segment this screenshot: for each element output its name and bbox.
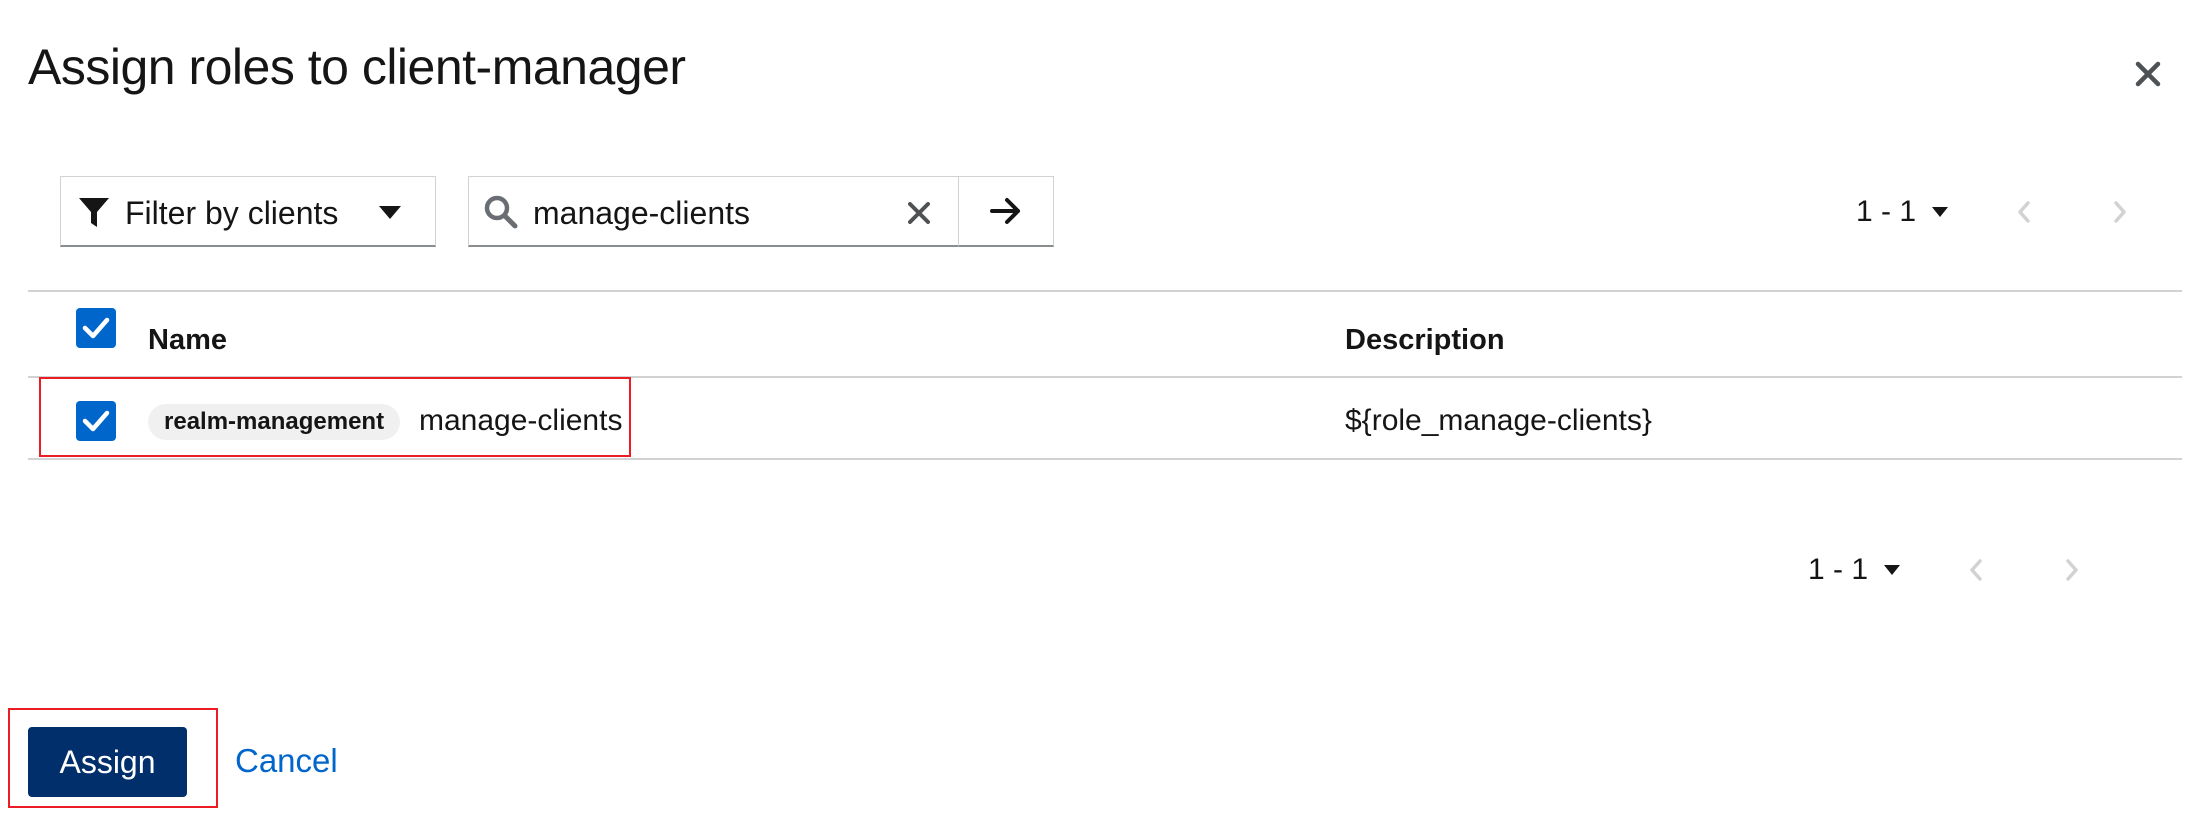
chevron-right-icon xyxy=(2066,559,2078,581)
caret-down-icon xyxy=(379,206,401,219)
role-name: manage-clients xyxy=(419,404,623,437)
row-checkbox[interactable] xyxy=(76,401,116,441)
per-page-toggle[interactable]: 1 - 1 xyxy=(1856,195,1949,229)
check-icon xyxy=(82,317,110,339)
search-value: manage-clients xyxy=(533,195,750,231)
next-page-button[interactable] xyxy=(2100,192,2140,232)
previous-page-button[interactable] xyxy=(2004,192,2044,232)
pagination-range: 1 - 1 xyxy=(1808,553,1869,586)
check-icon xyxy=(82,410,110,432)
clear-search-button[interactable] xyxy=(897,191,941,235)
next-page-button[interactable] xyxy=(2052,550,2092,590)
assign-button[interactable]: Assign xyxy=(28,727,187,797)
chevron-right-icon xyxy=(2114,201,2126,223)
close-icon xyxy=(2135,61,2161,87)
search-icon xyxy=(484,195,518,229)
filter-icon xyxy=(79,198,109,227)
search-input[interactable]: manage-clients xyxy=(468,176,959,247)
client-tag: realm-management xyxy=(148,404,401,440)
close-button[interactable] xyxy=(2120,52,2176,96)
column-header-name[interactable]: Name xyxy=(148,324,227,357)
column-header-description: Description xyxy=(1345,324,1505,356)
caret-down-icon xyxy=(1932,207,1949,217)
arrow-right-icon xyxy=(990,198,1020,224)
table-divider xyxy=(28,290,2182,292)
filter-dropdown[interactable]: Filter by clients xyxy=(60,176,436,247)
chevron-left-icon xyxy=(1970,559,1982,581)
table-divider xyxy=(28,458,2182,460)
filter-label: Filter by clients xyxy=(125,195,339,231)
chevron-left-icon xyxy=(2018,201,2030,223)
per-page-toggle[interactable]: 1 - 1 xyxy=(1808,553,1901,587)
cancel-button[interactable]: Cancel xyxy=(235,742,338,780)
pagination-bottom: 1 - 1 xyxy=(1808,550,2108,590)
assign-roles-modal: Assign roles to client-manager Filter by… xyxy=(0,0,2198,832)
pagination-range: 1 - 1 xyxy=(1856,195,1917,228)
modal-title: Assign roles to client-manager xyxy=(28,39,686,95)
pagination-top: 1 - 1 xyxy=(1856,192,2156,232)
search-group: manage-clients xyxy=(468,176,1054,247)
caret-down-icon xyxy=(1884,565,1901,575)
select-all-checkbox[interactable] xyxy=(76,308,116,348)
previous-page-button[interactable] xyxy=(1956,550,1996,590)
clear-icon xyxy=(908,202,930,224)
role-description: ${role_manage-clients} xyxy=(1345,404,1652,437)
search-submit-button[interactable] xyxy=(959,176,1054,247)
